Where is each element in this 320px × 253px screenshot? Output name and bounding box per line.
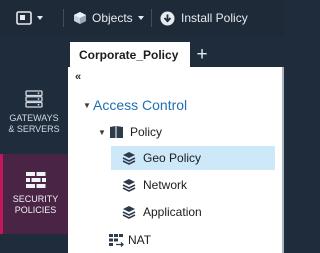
tree-item-application[interactable]: Application	[121, 200, 202, 224]
tree-item-geo-policy[interactable]: Geo Policy	[111, 146, 275, 170]
collapse-panel-button[interactable]: «	[75, 71, 81, 83]
left-navigation: GATEWAYS & SERVERS SECURITY POLICIES	[0, 36, 68, 253]
app-menu-icon	[16, 11, 32, 25]
layers-icon	[121, 204, 137, 220]
chevron-down-icon	[37, 16, 43, 20]
tab-corporate-policy[interactable]: Corporate_Policy	[70, 42, 190, 67]
policy-label: Policy	[130, 125, 163, 139]
tree-item-policy[interactable]: ▼ Policy	[98, 120, 162, 144]
expand-arrow-icon: ▼	[83, 100, 91, 110]
double-chevron-left-icon: «	[75, 71, 82, 83]
plus-icon: +	[196, 43, 208, 65]
cube-icon	[73, 11, 87, 25]
layers-icon	[121, 150, 137, 166]
server-stack-icon	[25, 90, 43, 108]
install-policy-label: Install Policy	[181, 11, 248, 25]
network-label: Network	[143, 178, 188, 192]
book-icon	[108, 124, 124, 140]
top-toolbar: Objects Install Policy	[0, 0, 284, 36]
toolbar-divider	[63, 9, 64, 27]
app-menu-button[interactable]	[16, 0, 43, 36]
nat-grid-icon	[108, 232, 124, 248]
nav-gateways-servers[interactable]: GATEWAYS & SERVERS	[0, 90, 68, 135]
access-control-label: Access Control	[93, 97, 188, 113]
add-tab-button[interactable]: +	[190, 42, 214, 67]
tree-item-access-control[interactable]: ▼ Access Control	[83, 93, 187, 117]
install-policy-button[interactable]: Install Policy	[160, 0, 248, 36]
download-circle-icon	[160, 11, 175, 26]
layers-icon	[121, 177, 137, 193]
expand-arrow-icon: ▼	[98, 127, 106, 137]
tree-item-nat[interactable]: NAT	[108, 228, 151, 252]
objects-label: Objects	[92, 11, 133, 25]
brick-wall-icon	[25, 172, 46, 188]
toolbar-divider	[151, 9, 152, 27]
nat-label: NAT	[128, 233, 152, 247]
application-label: Application	[143, 205, 202, 219]
nav-gateways-label: GATEWAYS & SERVERS	[8, 113, 60, 134]
geo-policy-label: Geo Policy	[143, 151, 202, 165]
tab-label: Corporate_Policy	[79, 47, 179, 62]
chevron-down-icon	[137, 16, 144, 20]
nav-security-label: SECURITY POLICIES	[12, 194, 59, 215]
tree-item-network[interactable]: Network	[121, 173, 187, 197]
policy-tab-strip: Corporate_Policy +	[68, 36, 284, 67]
nav-security-policies[interactable]: SECURITY POLICIES	[0, 154, 68, 234]
policy-tree-panel: « ▼ Access Control ▼ Policy Geo Policy N…	[68, 67, 284, 253]
objects-menu-button[interactable]: Objects	[73, 0, 144, 36]
